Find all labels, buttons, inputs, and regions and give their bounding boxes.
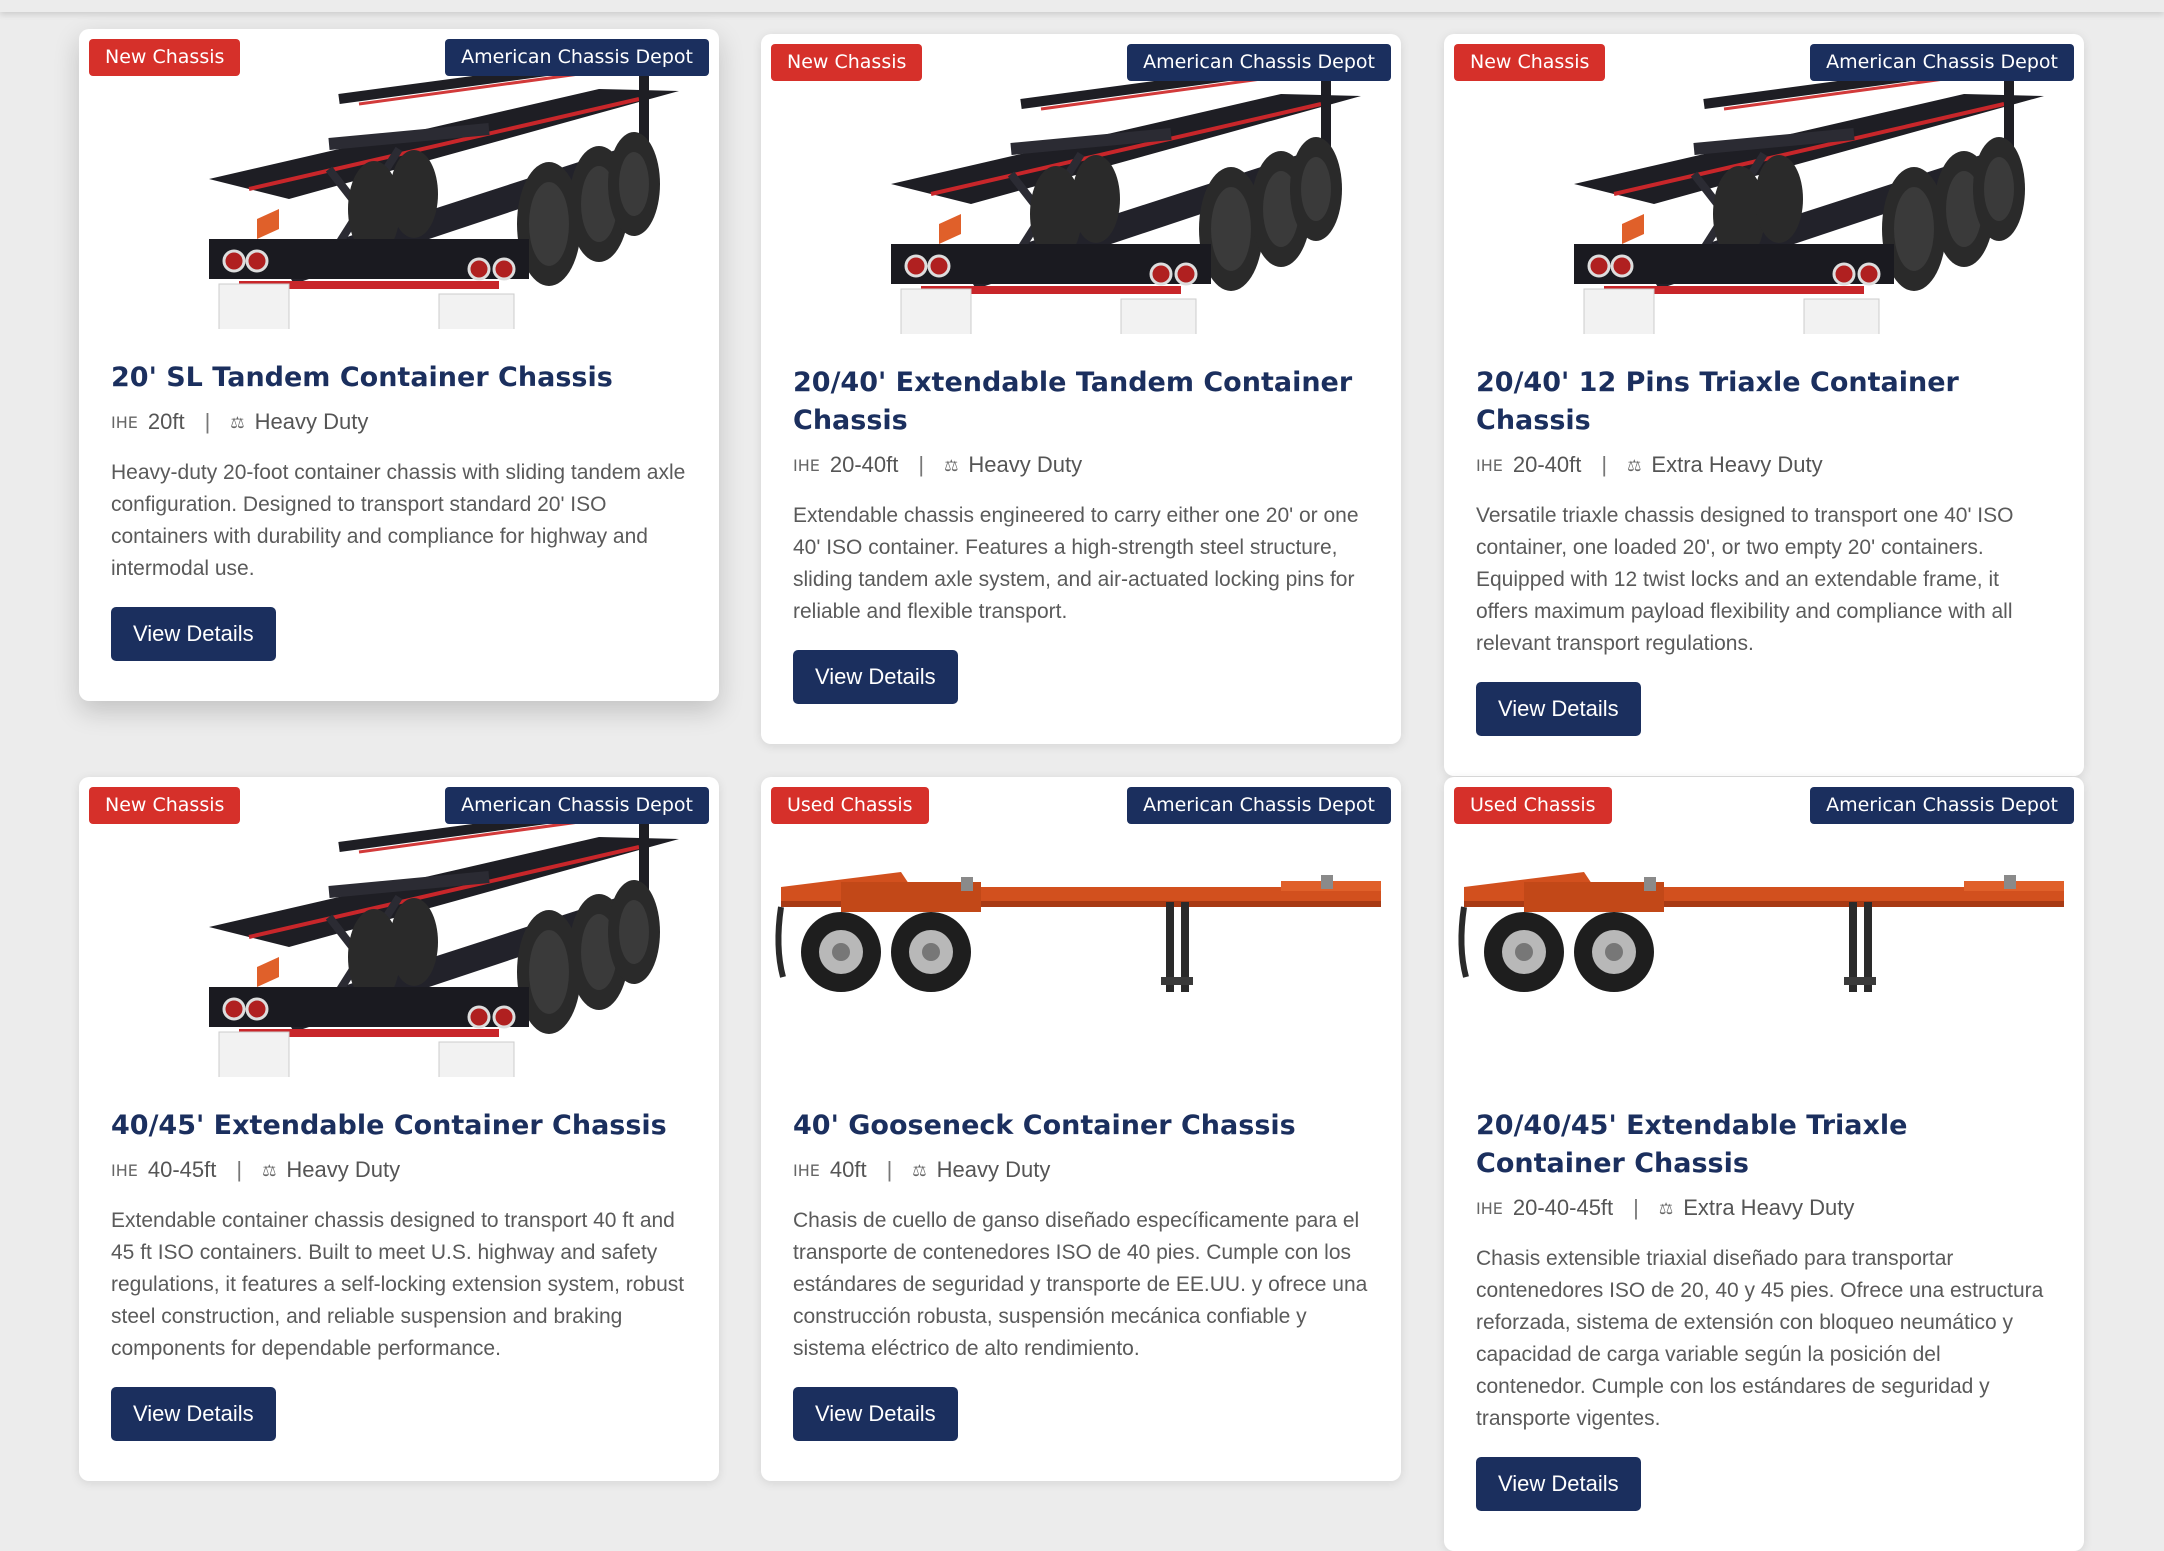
product-image[interactable]: Used Chassis American Chassis Depot (761, 777, 1401, 1077)
product-specs: IHE 20-40-45ft | ⚖ Extra Heavy Duty (1476, 1195, 2052, 1221)
size-value: 40-45ft (147, 1157, 217, 1182)
duty-value: Heavy Duty (286, 1157, 401, 1182)
spec-divider: | (1633, 1195, 1639, 1220)
size-value: 40ft (829, 1157, 867, 1182)
product-title[interactable]: 20/40/45' Extendable Triaxle Container C… (1476, 1107, 2052, 1183)
product-specs: IHE 20-40ft | ⚖ Heavy Duty (793, 452, 1369, 478)
product-title[interactable]: 40' Gooseneck Container Chassis (793, 1107, 1369, 1145)
brand-badge: American Chassis Depot (1810, 44, 2074, 81)
brand-badge: American Chassis Depot (1127, 44, 1391, 81)
product-card[interactable]: New Chassis American Chassis Depot 20/40… (761, 34, 1401, 744)
product-image[interactable]: New Chassis American Chassis Depot (79, 29, 719, 329)
view-details-button[interactable]: View Details (1476, 682, 1641, 736)
ruler-icon: IHE (111, 412, 138, 432)
condition-badge: Used Chassis (771, 787, 929, 824)
spec-divider: | (918, 452, 925, 477)
weight-icon: ⚖ (912, 1160, 927, 1180)
weight-icon: ⚖ (944, 455, 959, 475)
spec-divider: | (1601, 452, 1608, 477)
size-value: 20-40ft (829, 452, 899, 477)
spec-divider: | (236, 1157, 243, 1182)
spec-divider: | (886, 1157, 893, 1182)
product-specs: IHE 40-45ft | ⚖ Heavy Duty (111, 1157, 687, 1183)
duty-value: Heavy Duty (936, 1157, 1051, 1182)
duty-value: Extra Heavy Duty (1683, 1195, 1855, 1220)
duty-value: Heavy Duty (254, 409, 369, 434)
product-image[interactable]: New Chassis American Chassis Depot (1444, 34, 2084, 334)
weight-icon: ⚖ (262, 1160, 277, 1180)
top-bar (0, 0, 2164, 12)
product-specs: IHE 40ft | ⚖ Heavy Duty (793, 1157, 1369, 1183)
product-description: Chasis de cuello de ganso diseñado espec… (793, 1209, 1368, 1360)
brand-badge: American Chassis Depot (445, 39, 709, 76)
size-value: 20ft (147, 409, 185, 434)
product-card[interactable]: New Chassis American Chassis Depot 20' S… (79, 29, 719, 701)
product-description: Chasis extensible triaxial diseñado para… (1476, 1247, 2044, 1430)
ruler-icon: IHE (793, 455, 820, 475)
duty-value: Extra Heavy Duty (1651, 452, 1823, 477)
ruler-icon: IHE (111, 1160, 138, 1180)
product-description: Versatile triaxle chassis designed to tr… (1476, 504, 2014, 655)
view-details-button[interactable]: View Details (111, 1387, 276, 1441)
brand-badge: American Chassis Depot (1810, 787, 2074, 824)
ruler-icon: IHE (1476, 455, 1503, 475)
weight-icon: ⚖ (1658, 1198, 1674, 1218)
size-value: 20-40-45ft (1512, 1195, 1614, 1220)
condition-badge: New Chassis (89, 39, 241, 76)
condition-badge: New Chassis (89, 787, 241, 824)
spec-divider: | (204, 409, 211, 434)
product-specs: IHE 20ft | ⚖ Heavy Duty (111, 409, 687, 435)
condition-badge: Used Chassis (1454, 787, 1612, 824)
view-details-button[interactable]: View Details (793, 650, 958, 704)
view-details-button[interactable]: View Details (111, 607, 276, 661)
product-title[interactable]: 20/40' Extendable Tandem Container Chass… (793, 364, 1369, 440)
product-card[interactable]: New Chassis American Chassis Depot 20/40… (1444, 34, 2084, 776)
product-specs: IHE 20-40ft | ⚖ Extra Heavy Duty (1476, 452, 2052, 478)
condition-badge: New Chassis (771, 44, 923, 81)
condition-badge: New Chassis (1454, 44, 1606, 81)
weight-icon: ⚖ (1627, 455, 1642, 475)
brand-badge: American Chassis Depot (445, 787, 709, 824)
product-description: Extendable container chassis designed to… (111, 1209, 685, 1360)
view-details-button[interactable]: View Details (1476, 1457, 1641, 1511)
product-description: Extendable chassis engineered to carry e… (793, 504, 1359, 623)
size-value: 20-40ft (1512, 452, 1582, 477)
brand-badge: American Chassis Depot (1127, 787, 1391, 824)
duty-value: Heavy Duty (968, 452, 1083, 477)
ruler-icon: IHE (793, 1160, 820, 1180)
weight-icon: ⚖ (230, 412, 245, 432)
product-image[interactable]: New Chassis American Chassis Depot (79, 777, 719, 1077)
product-description: Heavy-duty 20-foot container chassis wit… (111, 461, 686, 580)
product-card[interactable]: Used Chassis American Chassis Depot 40' … (761, 777, 1401, 1481)
product-image[interactable]: Used Chassis American Chassis Depot (1444, 777, 2084, 1077)
ruler-icon: IHE (1476, 1198, 1503, 1218)
product-title[interactable]: 20/40' 12 Pins Triaxle Container Chassis (1476, 364, 2052, 440)
product-title[interactable]: 20' SL Tandem Container Chassis (111, 359, 687, 397)
product-card[interactable]: Used Chassis American Chassis Depot 20/4… (1444, 777, 2084, 1551)
product-card[interactable]: New Chassis American Chassis Depot 40/45… (79, 777, 719, 1481)
product-image[interactable]: New Chassis American Chassis Depot (761, 34, 1401, 334)
product-title[interactable]: 40/45' Extendable Container Chassis (111, 1107, 687, 1145)
view-details-button[interactable]: View Details (793, 1387, 958, 1441)
